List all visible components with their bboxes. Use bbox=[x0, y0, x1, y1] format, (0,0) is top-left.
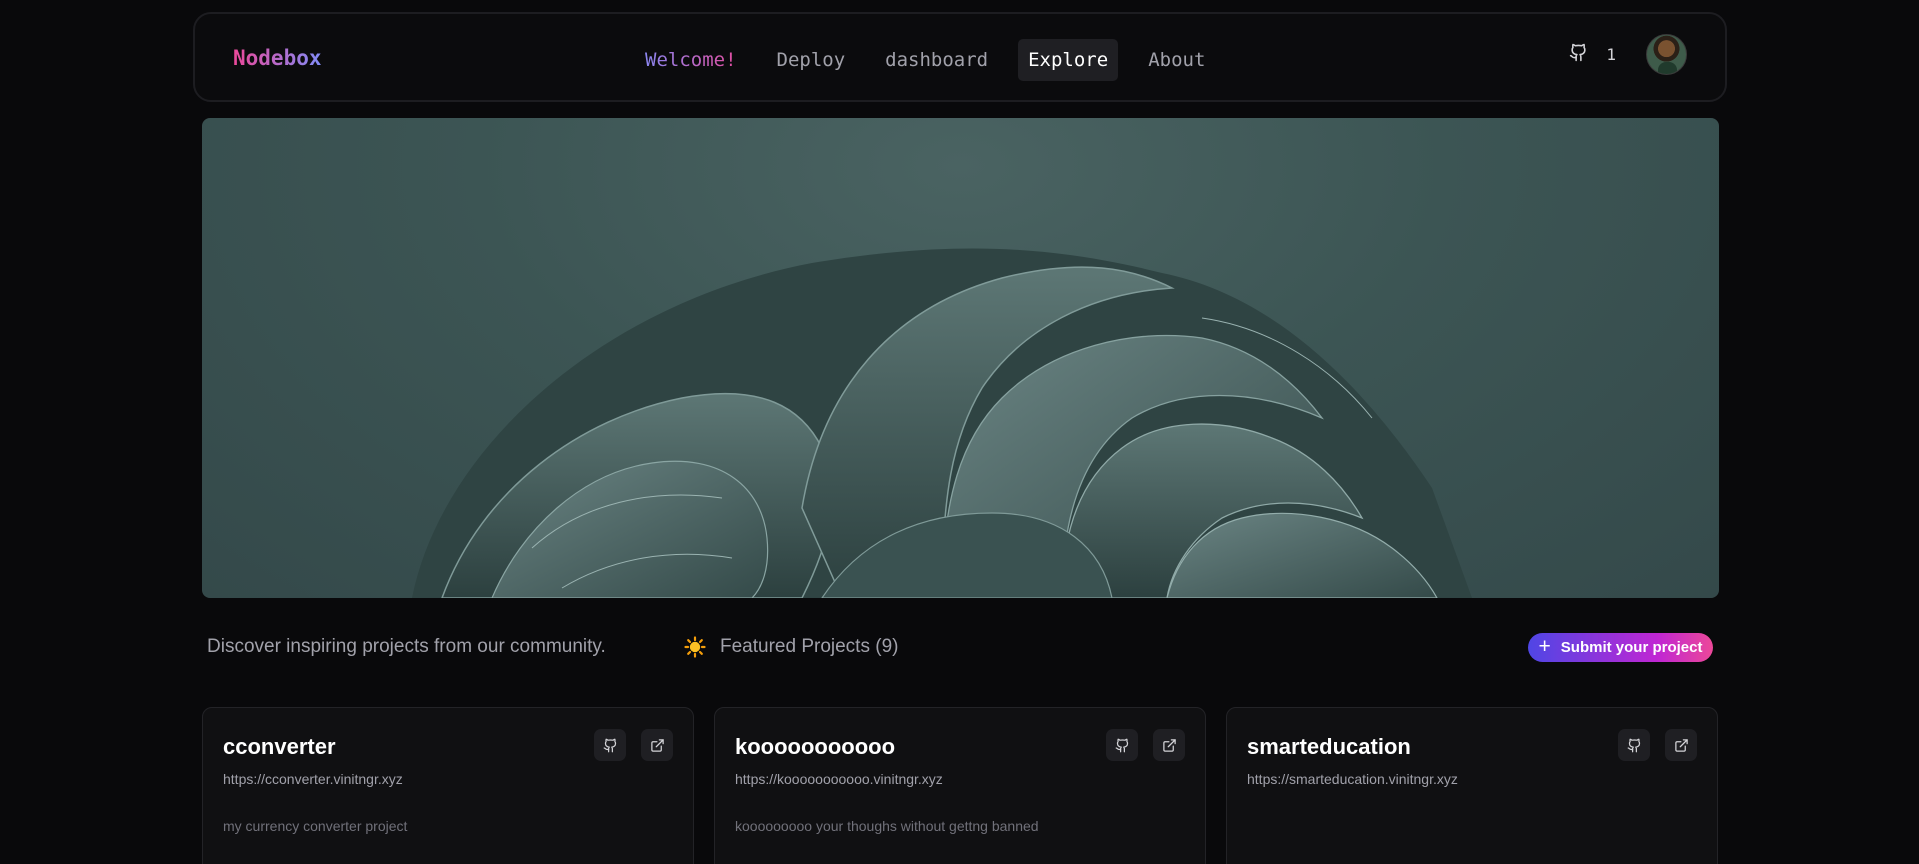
nav-link-about[interactable]: About bbox=[1138, 39, 1215, 81]
project-card[interactable]: smarteducation https://smarteducation.vi… bbox=[1226, 707, 1718, 864]
featured-projects-label: Featured Projects (9) bbox=[720, 636, 899, 657]
submit-project-label: Submit your project bbox=[1560, 639, 1703, 656]
nav-link-explore[interactable]: Explore bbox=[1018, 39, 1119, 81]
community-tagline: Discover inspiring projects from our com… bbox=[207, 636, 606, 657]
github-icon bbox=[1627, 738, 1640, 752]
nav-link-deploy[interactable]: Deploy bbox=[767, 39, 856, 81]
project-description: my currency converter project bbox=[223, 818, 408, 834]
open-link-button[interactable] bbox=[1153, 729, 1185, 761]
sun-icon bbox=[684, 636, 706, 658]
project-card[interactable]: cconverter https://cconverter.vinitngr.x… bbox=[202, 707, 694, 864]
brand-logo[interactable]: Nodebox bbox=[233, 46, 322, 70]
github-icon bbox=[1115, 738, 1128, 752]
github-star-button[interactable]: 1 bbox=[1569, 43, 1616, 66]
project-title: cconverter bbox=[223, 734, 336, 759]
project-url[interactable]: https://kooooooooooo.vinitngr.xyz bbox=[735, 771, 943, 787]
top-navbar: Nodebox Welcome! Deploy dashboard Explor… bbox=[193, 12, 1727, 102]
project-actions bbox=[1618, 729, 1697, 761]
open-link-button[interactable] bbox=[1665, 729, 1697, 761]
project-actions bbox=[1106, 729, 1185, 761]
nav-right-group: 1 bbox=[1569, 34, 1687, 75]
plus-icon: + bbox=[1538, 635, 1551, 658]
github-repo-button[interactable] bbox=[1618, 729, 1650, 761]
project-actions bbox=[594, 729, 673, 761]
project-title: smarteducation bbox=[1247, 734, 1411, 759]
github-repo-button[interactable] bbox=[1106, 729, 1138, 761]
main-nav: Welcome! Deploy dashboard Explore About bbox=[635, 39, 1233, 81]
github-icon bbox=[1569, 43, 1588, 66]
submit-project-button[interactable]: + Submit your project bbox=[1528, 633, 1713, 662]
project-card[interactable]: kooooooooooo https://kooooooooooo.vinitn… bbox=[714, 707, 1206, 864]
external-link-icon bbox=[1162, 738, 1176, 752]
external-link-icon bbox=[650, 738, 664, 752]
project-title: kooooooooooo bbox=[735, 734, 896, 759]
fabric-waves-illustration bbox=[412, 248, 1472, 598]
github-icon bbox=[603, 738, 616, 752]
nav-link-dashboard[interactable]: dashboard bbox=[875, 39, 998, 81]
external-link-icon bbox=[1674, 738, 1688, 752]
github-count: 1 bbox=[1606, 45, 1616, 64]
project-url[interactable]: https://cconverter.vinitngr.xyz bbox=[223, 771, 403, 787]
nav-link-welcome[interactable]: Welcome! bbox=[635, 39, 747, 81]
featured-projects-header: Featured Projects (9) bbox=[684, 636, 898, 658]
user-avatar[interactable] bbox=[1646, 34, 1687, 75]
project-url[interactable]: https://smarteducation.vinitngr.xyz bbox=[1247, 771, 1458, 787]
project-description: kooooooooo your thoughs without gettng b… bbox=[735, 818, 1039, 834]
github-repo-button[interactable] bbox=[594, 729, 626, 761]
hero-banner-image bbox=[202, 118, 1719, 598]
open-link-button[interactable] bbox=[641, 729, 673, 761]
